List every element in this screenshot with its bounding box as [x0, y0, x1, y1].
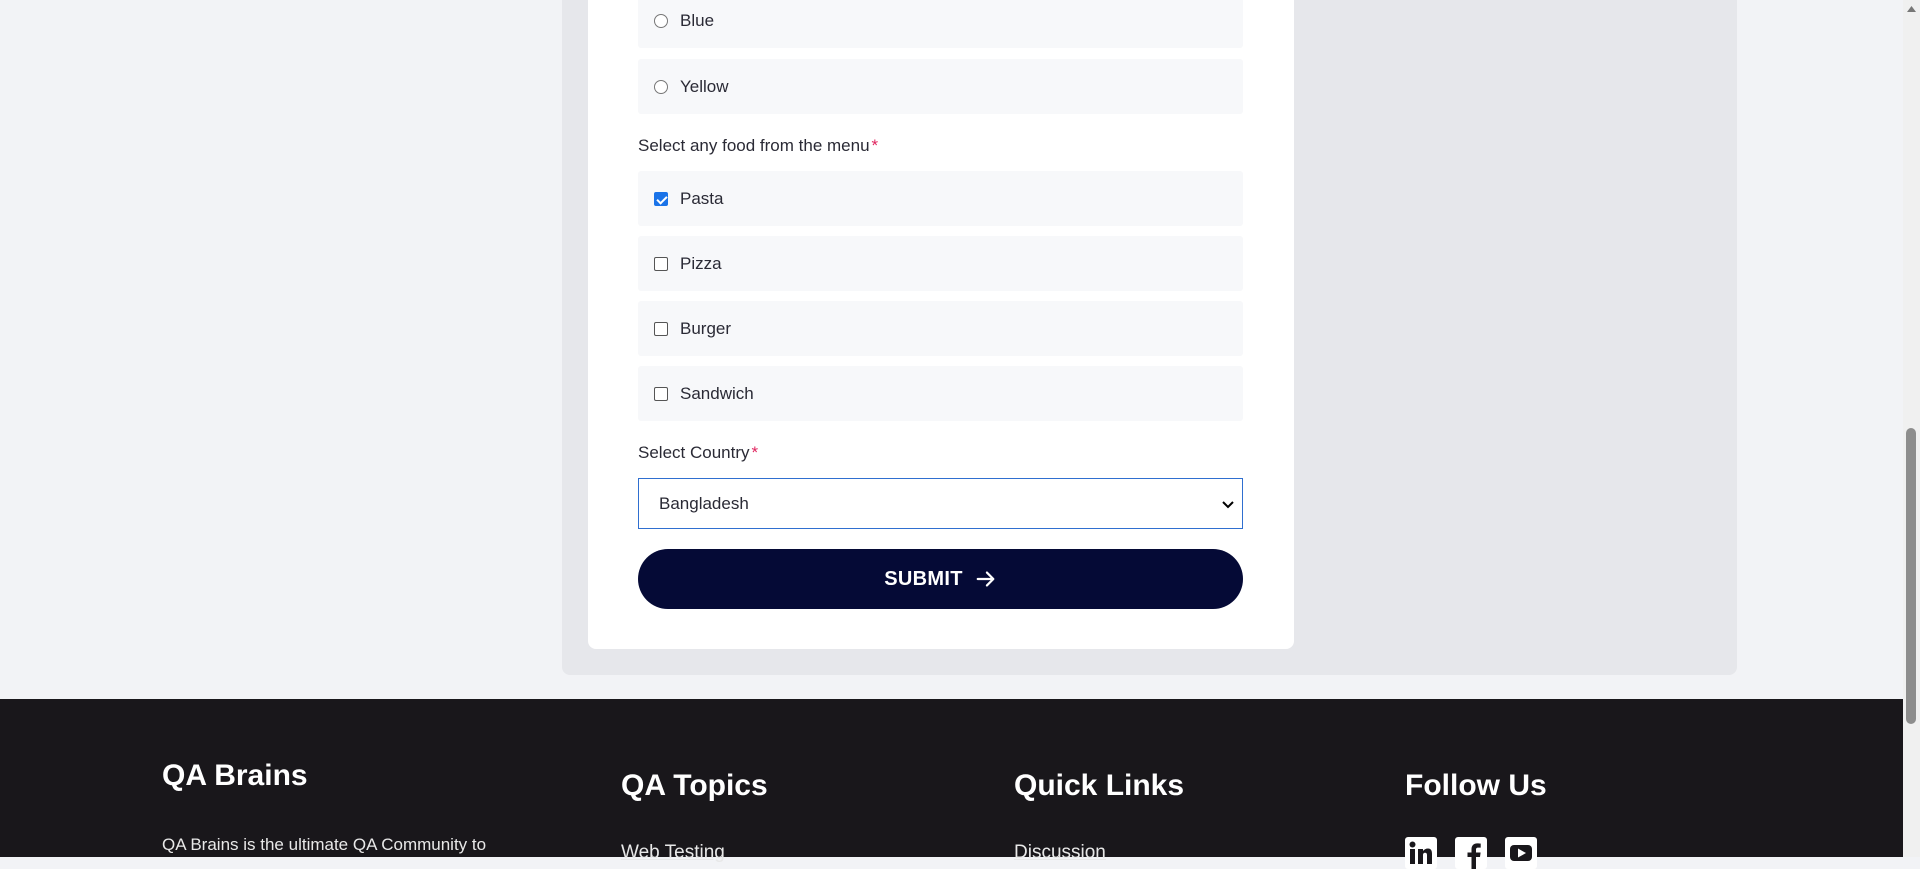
country-section-label: Select Country * [638, 443, 758, 463]
radio-button[interactable] [654, 79, 668, 94]
checkbox[interactable] [654, 191, 668, 206]
footer-follow-us-title: Follow Us [1405, 769, 1547, 802]
linkedin-icon[interactable] [1405, 837, 1437, 869]
country-select-value: Bangladesh [659, 493, 749, 513]
checkbox-option-pizza[interactable]: Pizza [638, 236, 1243, 291]
radio-label: Blue [680, 10, 715, 30]
checkbox[interactable] [654, 321, 668, 336]
facebook-icon[interactable] [1455, 837, 1487, 869]
food-label-text: Select any food from the menu [638, 136, 870, 155]
checkbox[interactable] [654, 256, 668, 271]
chevron-down-icon [1222, 500, 1234, 508]
footer-brand: QA Brains [162, 759, 308, 792]
footer-link-discussion[interactable]: Discussion [1014, 842, 1106, 864]
checkbox-option-burger[interactable]: Burger [638, 301, 1243, 356]
youtube-icon[interactable] [1505, 837, 1537, 869]
required-marker: * [751, 443, 759, 462]
radio-option-blue[interactable]: Blue [638, 0, 1243, 48]
radio-label: Yellow [680, 76, 729, 96]
arrow-right-icon [976, 571, 995, 587]
radio-option-yellow[interactable]: Yellow [638, 59, 1243, 114]
checkbox-label: Burger [680, 318, 732, 338]
footer-link-web-testing[interactable]: Web Testing [621, 842, 725, 864]
footer-quick-links-title: Quick Links [1014, 769, 1185, 802]
checkbox-label: Pizza [680, 253, 722, 273]
footer-description: QA Brains is the ultimate QA Community t… [162, 835, 487, 854]
radio-button[interactable] [654, 13, 668, 28]
required-marker: * [871, 136, 879, 155]
site-footer: QA Brains QA Brains is the ultimate QA C… [0, 699, 1903, 869]
country-select[interactable]: Bangladesh [638, 478, 1243, 529]
scrollbar-thumb[interactable] [1906, 428, 1916, 724]
page-scrollbar[interactable] [1903, 0, 1920, 857]
scroll-up-arrow-icon[interactable] [1903, 0, 1920, 17]
country-label-text: Select Country [638, 443, 750, 462]
footer-qa-topics-title: QA Topics [621, 769, 768, 802]
food-section-label: Select any food from the menu * [638, 136, 878, 156]
checkbox[interactable] [654, 386, 668, 401]
checkbox-option-pasta[interactable]: Pasta [638, 171, 1243, 226]
checkbox-label: Pasta [680, 188, 724, 208]
submit-button[interactable]: SUBMIT [638, 549, 1243, 609]
checkbox-option-sandwich[interactable]: Sandwich [638, 366, 1243, 421]
submit-label: SUBMIT [884, 567, 963, 590]
checkbox-label: Sandwich [680, 383, 754, 403]
